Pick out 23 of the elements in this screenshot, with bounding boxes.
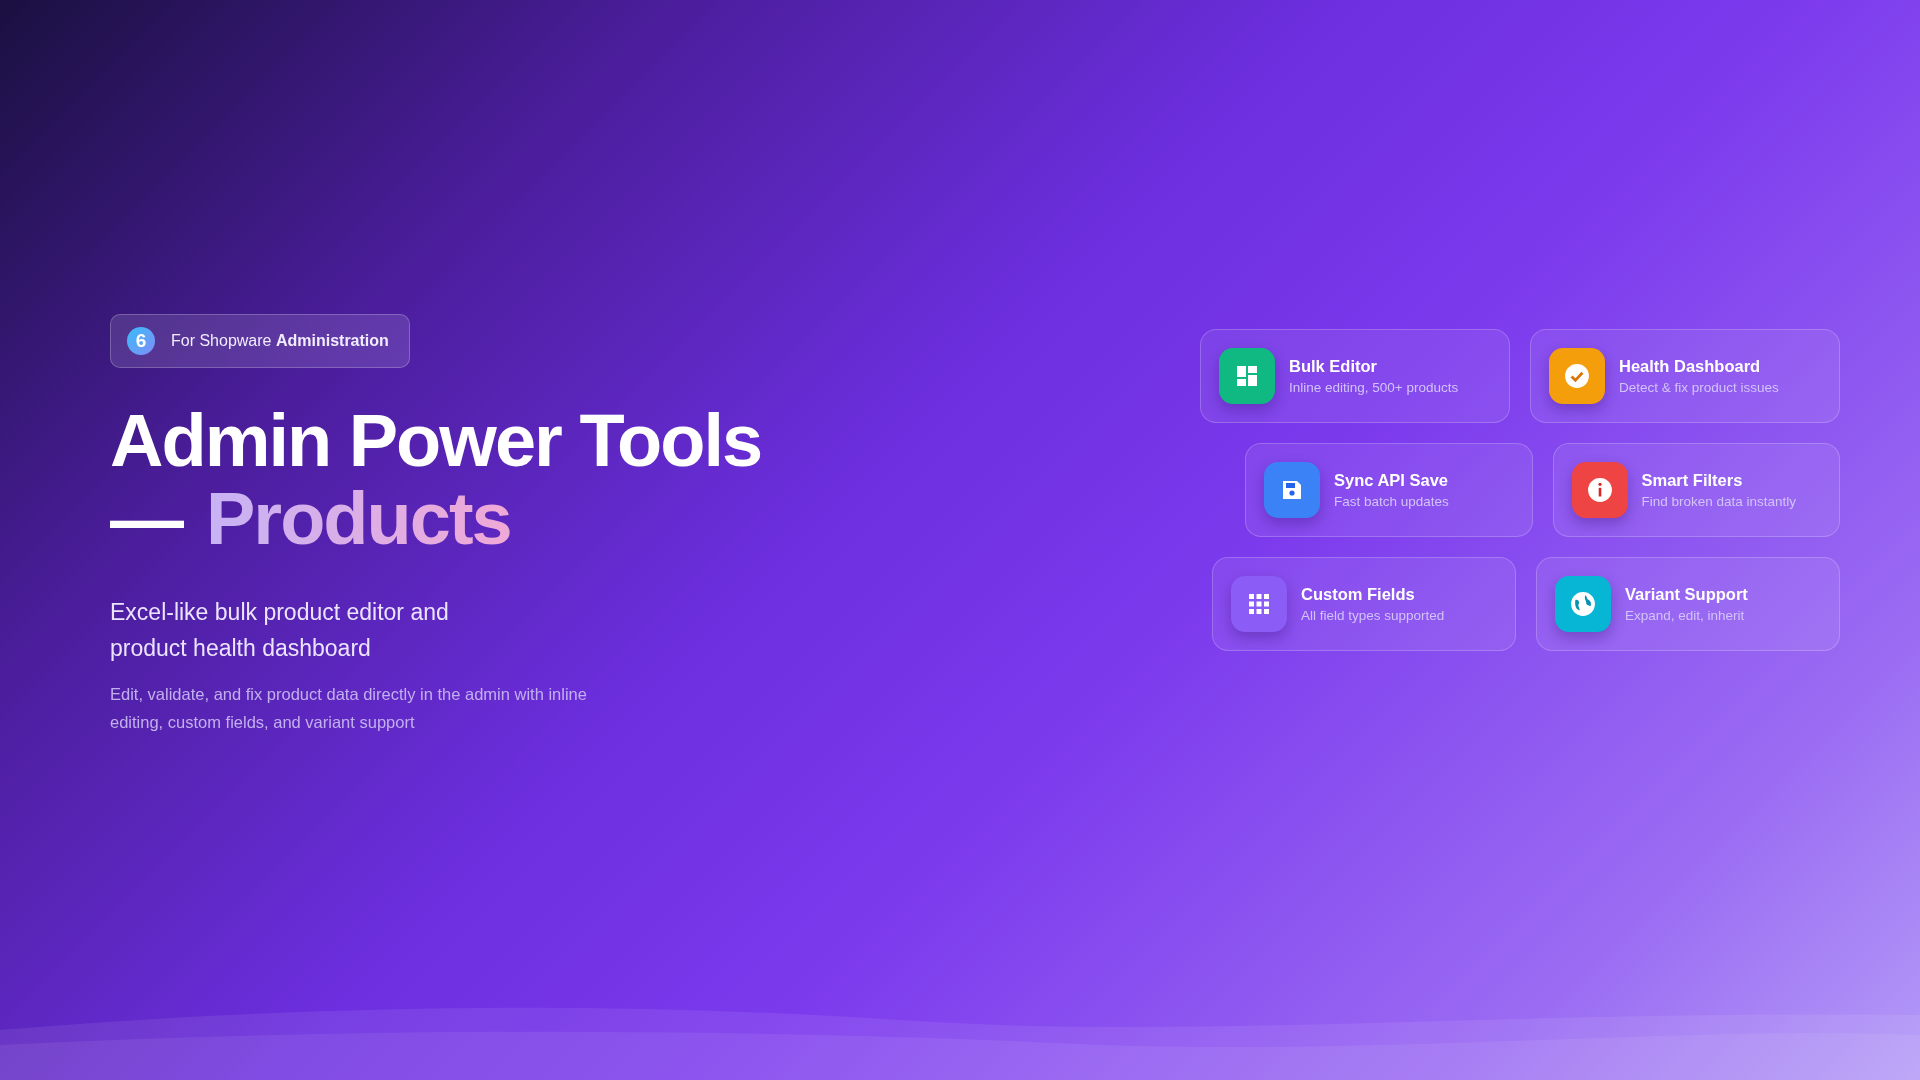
feature-title: Smart Filters <box>1641 471 1744 490</box>
badge-text: For Shopware Administration <box>171 332 389 351</box>
feature-title: Health Dashboard <box>1619 357 1762 376</box>
feature-description: Fast batch updates <box>1334 494 1449 509</box>
globe-icon <box>1570 591 1596 617</box>
feature-title: Variant Support <box>1625 585 1748 604</box>
info-icon <box>1586 477 1613 503</box>
logo-icon: 6 <box>127 327 155 356</box>
feature-title: Bulk Editor <box>1289 357 1378 376</box>
feature-description: All field types supported <box>1301 608 1445 623</box>
feature-description: Expand, edit, inherit <box>1625 608 1746 623</box>
grid-icon <box>1248 593 1270 615</box>
subtitle: Excel-like bulk product editor and product health dashboard <box>110 597 450 663</box>
check-circle-icon <box>1564 363 1590 389</box>
dashboard-layout-icon <box>1235 364 1259 388</box>
headline: Admin Power Tools <box>110 402 763 480</box>
feature-description: Detect & fix product issues <box>1619 380 1779 395</box>
feature-title: Sync API Save <box>1334 471 1449 490</box>
dash: — <box>110 480 182 558</box>
feature-description: Inline editing, 500+ products <box>1289 380 1459 395</box>
feature-description: Find broken data instantly <box>1641 494 1797 509</box>
description: Edit, validate, and fix product data directly in the admin with inline editing, custom fields, and variant support <box>110 683 588 733</box>
feature-title: Custom Fields <box>1301 585 1416 604</box>
